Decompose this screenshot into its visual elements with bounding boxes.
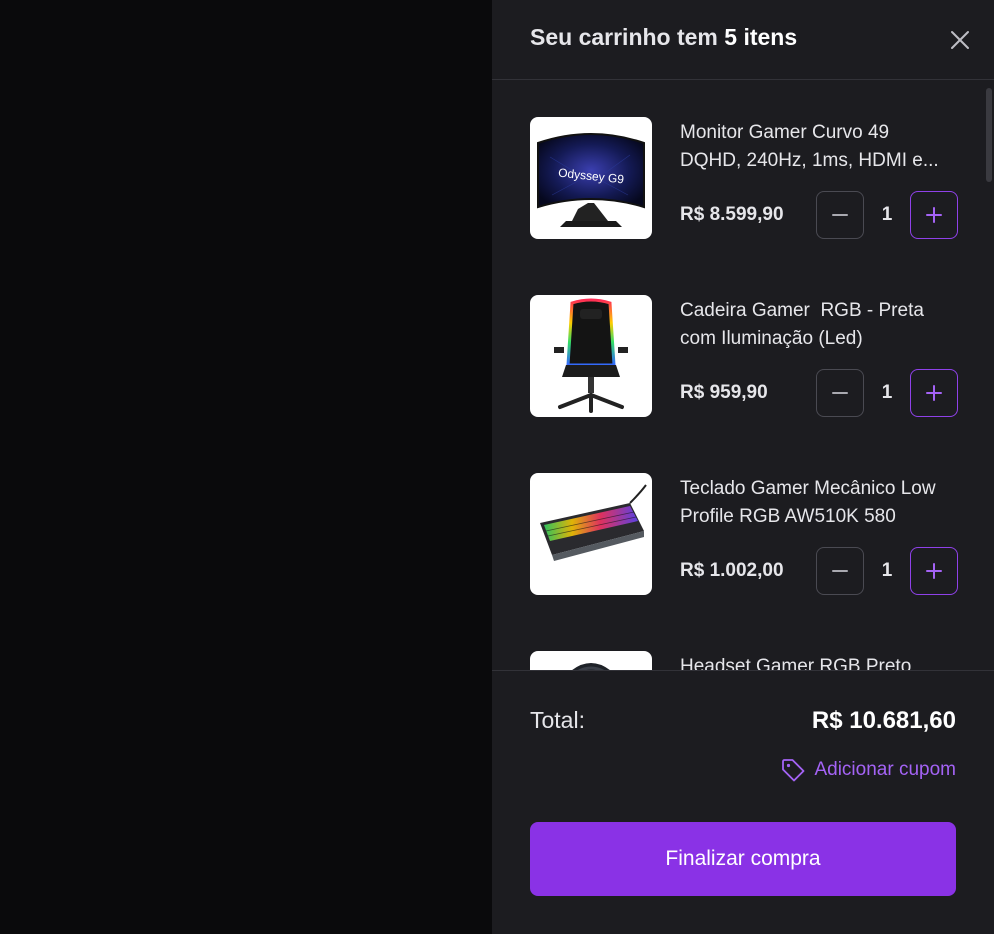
add-coupon-label: Adicionar cupom <box>814 759 956 780</box>
cart-items-list[interactable]: Odyssey G9 Monitor Gamer Curvo 49 DQHD, … <box>492 81 994 670</box>
cart-title: Seu carrinho tem 5 itens <box>530 24 797 51</box>
product-name[interactable]: Monitor Gamer Curvo 49 DQHD, 240Hz, 1ms,… <box>680 119 960 175</box>
tag-icon <box>782 759 805 782</box>
product-price: R$ 959,90 <box>680 382 768 403</box>
product-name[interactable]: Headset Gamer RGB Preto <box>680 653 960 670</box>
minus-icon <box>832 570 848 572</box>
product-name[interactable]: Teclado Gamer Mecânico Low Profile RGB A… <box>680 475 960 531</box>
cart-item: Odyssey G9 Monitor Gamer Curvo 49 DQHD, … <box>530 117 960 239</box>
cart-title-prefix: Seu carrinho tem <box>530 24 725 50</box>
plus-icon <box>926 207 942 223</box>
cart-header: Seu carrinho tem 5 itens <box>492 0 994 80</box>
product-image-monitor: Odyssey G9 <box>530 117 652 239</box>
product-image-headset <box>530 651 652 670</box>
plus-icon <box>926 563 942 579</box>
cart-footer: Total: R$ 10.681,60 Adicionar cupom Fina… <box>492 670 994 934</box>
quantity-value: 1 <box>881 204 893 225</box>
plus-icon <box>926 385 942 401</box>
scrollbar-thumb[interactable] <box>986 88 992 182</box>
backdrop-overlay[interactable] <box>0 0 492 934</box>
quantity-value: 1 <box>881 382 893 403</box>
increase-quantity-button[interactable] <box>910 191 958 239</box>
product-image-chair <box>530 295 652 417</box>
minus-icon <box>832 392 848 394</box>
quantity-value: 1 <box>881 560 893 581</box>
product-name[interactable]: Cadeira Gamer RGB - Preta com Iluminação… <box>680 297 960 353</box>
cart-item: Teclado Gamer Mecânico Low Profile RGB A… <box>530 473 960 595</box>
product-price: R$ 1.002,00 <box>680 560 784 581</box>
minus-icon <box>832 214 848 216</box>
increase-quantity-button[interactable] <box>910 369 958 417</box>
cart-item: Headset Gamer RGB Preto <box>530 651 960 670</box>
product-image-keyboard <box>530 473 652 595</box>
increase-quantity-button[interactable] <box>910 547 958 595</box>
total-value: R$ 10.681,60 <box>811 707 956 734</box>
product-price: R$ 8.599,90 <box>680 204 784 225</box>
add-coupon-link[interactable]: Adicionar cupom <box>780 757 956 783</box>
close-button[interactable] <box>946 26 974 54</box>
cart-item: Cadeira Gamer RGB - Preta com Iluminação… <box>530 295 960 417</box>
checkout-button[interactable]: Finalizar compra <box>530 822 956 896</box>
decrease-quantity-button[interactable] <box>816 191 864 239</box>
decrease-quantity-button[interactable] <box>816 547 864 595</box>
cart-drawer: Seu carrinho tem 5 itens Odyssey G9 Moni… <box>492 0 994 934</box>
close-icon <box>951 31 969 49</box>
cart-item-count: 5 itens <box>724 24 798 50</box>
total-label: Total: <box>530 707 585 733</box>
decrease-quantity-button[interactable] <box>816 369 864 417</box>
